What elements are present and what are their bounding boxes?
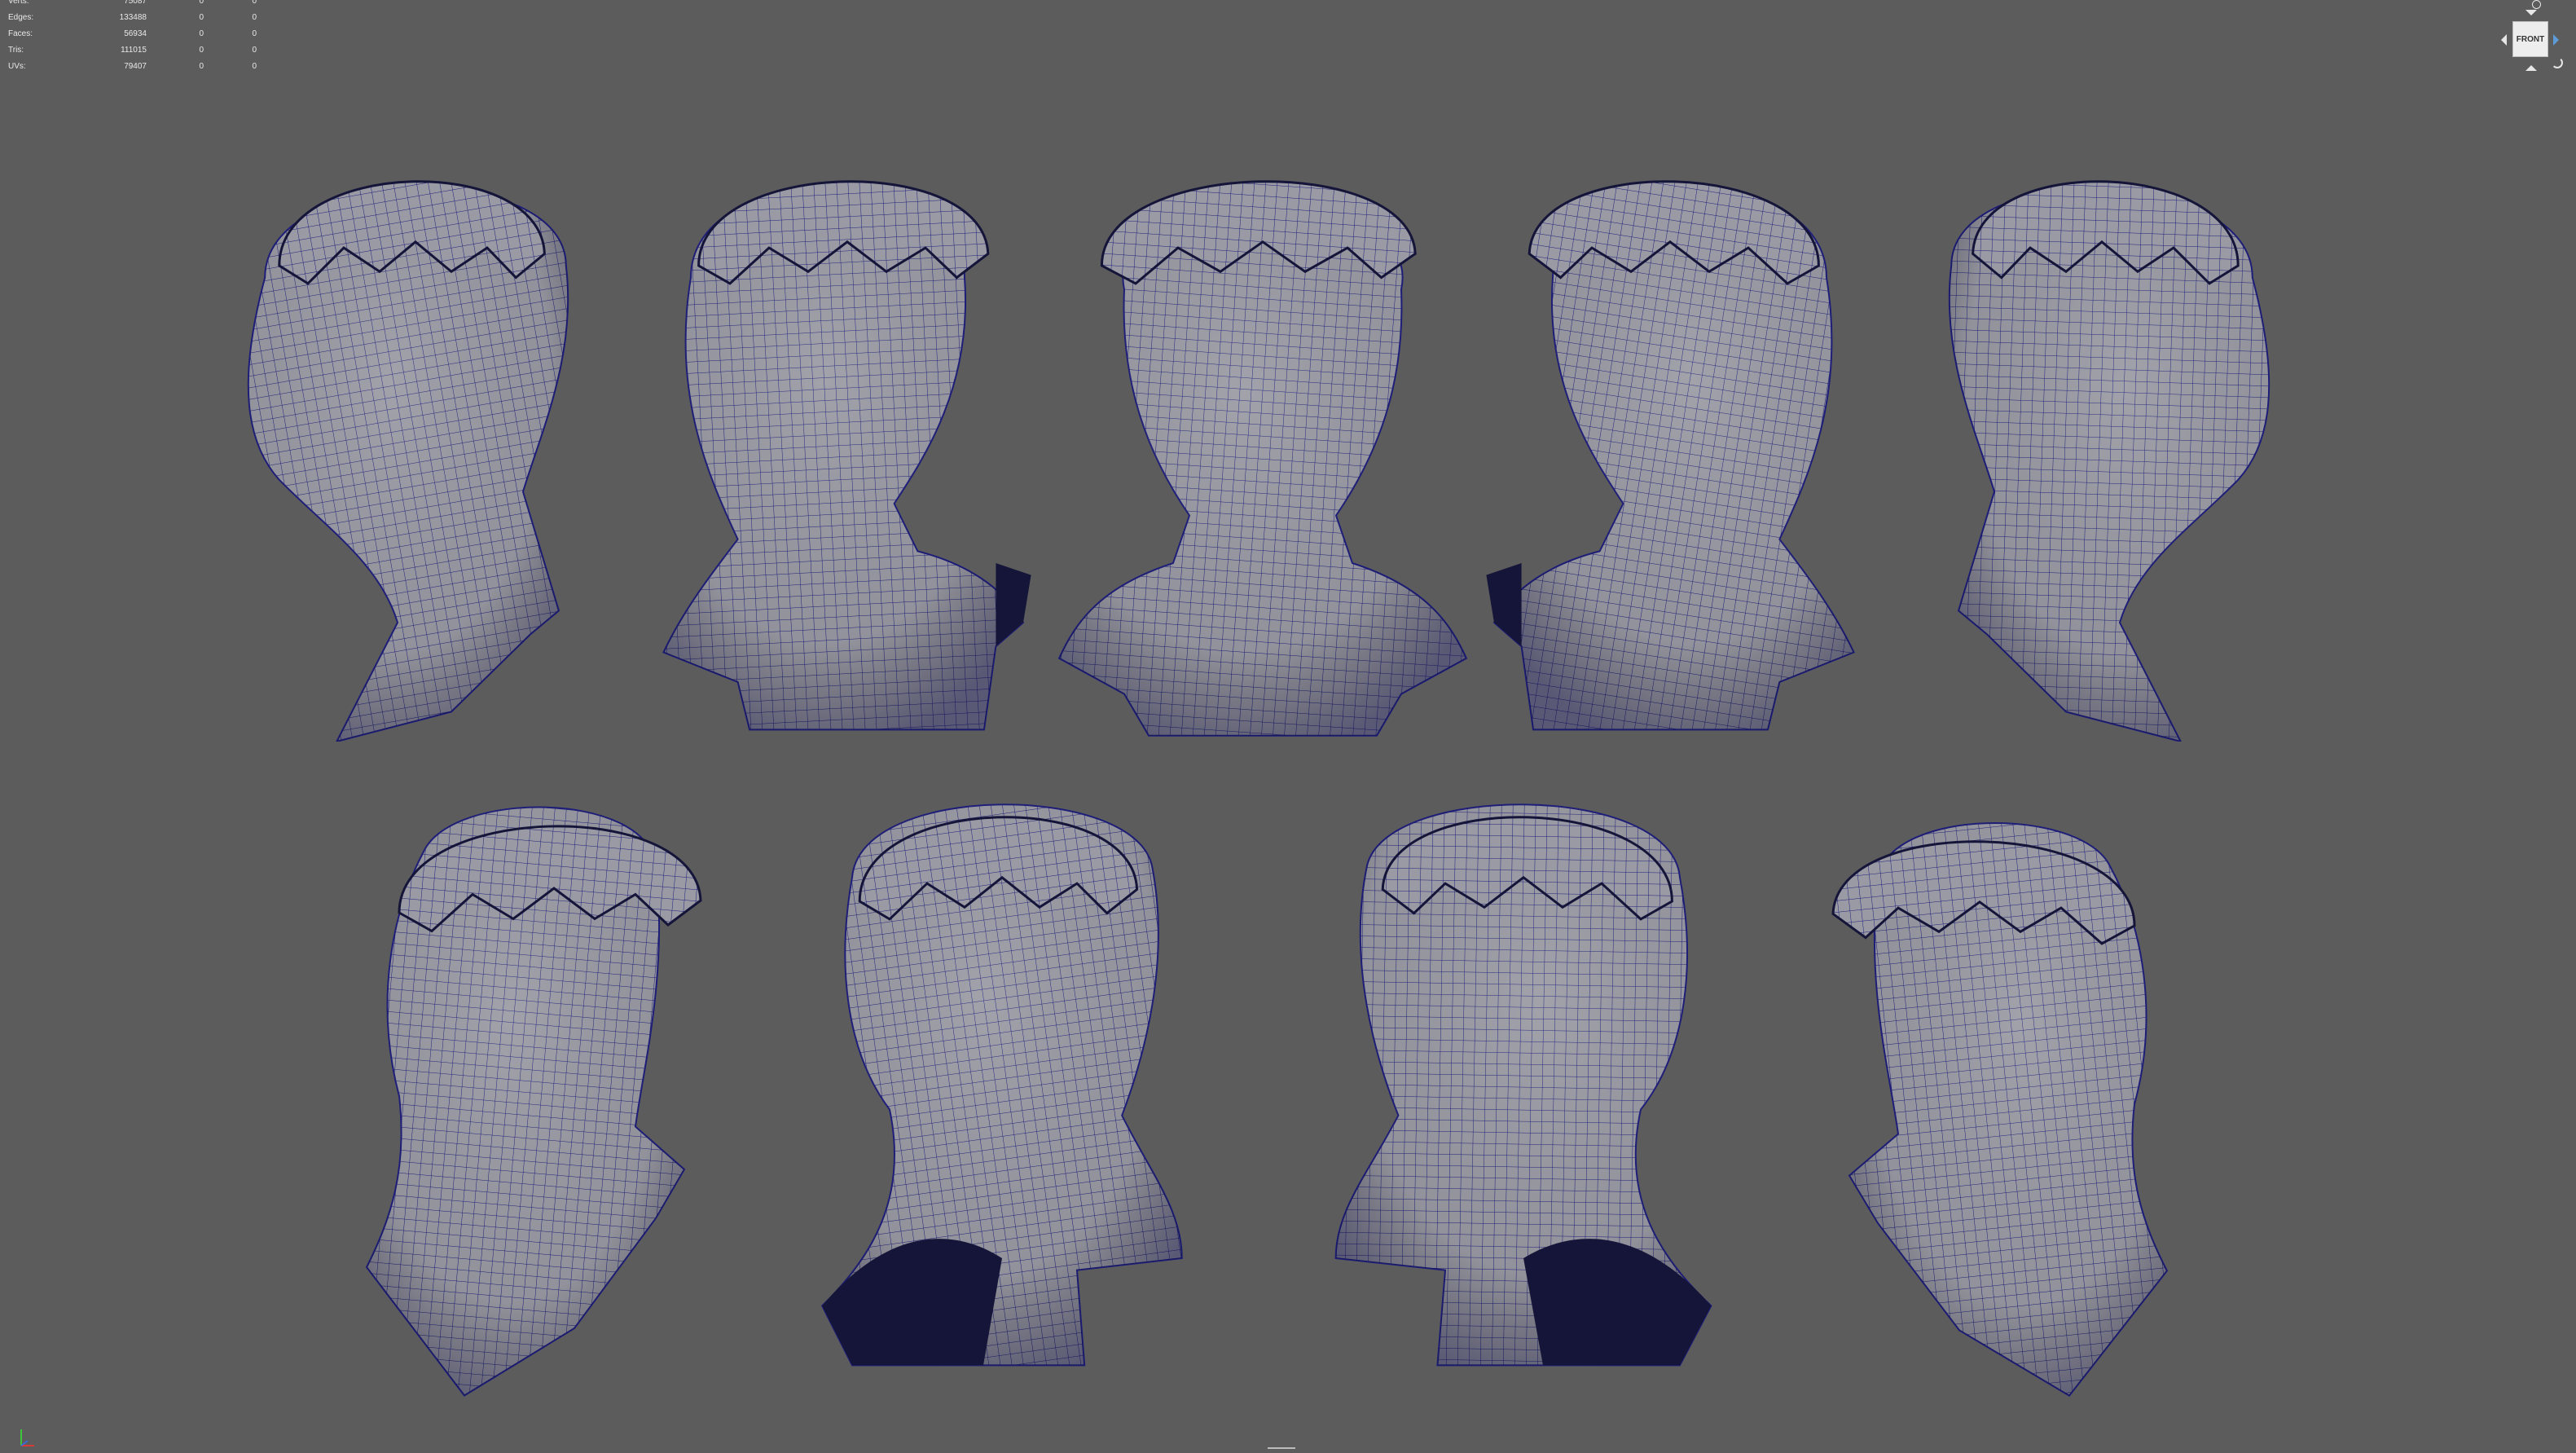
- wireframe-head-render[interactable]: [350, 790, 758, 1402]
- head-mesh: [247, 180, 569, 742]
- wireframe-head-render[interactable]: [652, 147, 1043, 742]
- head-mesh: [820, 804, 1183, 1367]
- head-mesh: [662, 180, 1031, 731]
- wireframe-head-render[interactable]: [1051, 147, 1475, 742]
- head-mesh: [1057, 180, 1468, 737]
- backface-shadow: [996, 563, 1031, 647]
- backface-shadow: [822, 1239, 1002, 1366]
- backface-shadow: [1523, 1239, 1712, 1366]
- 3d-viewport[interactable]: [0, 0, 2576, 1453]
- wireframe-head-render[interactable]: [1923, 147, 2281, 742]
- head-mesh: [1486, 180, 1855, 731]
- wireframe-head-render[interactable]: [1475, 147, 1866, 742]
- head-mesh: [1948, 180, 2270, 742]
- head-mesh: [1831, 821, 2169, 1398]
- timeline-marker: [1268, 1447, 1295, 1452]
- wireframe-head-render[interactable]: [236, 147, 595, 742]
- wireframe-head-render[interactable]: [1776, 807, 2183, 1402]
- head-mesh: [365, 806, 702, 1397]
- backface-shadow: [1486, 563, 1522, 647]
- wireframe-head-render[interactable]: [815, 782, 1189, 1377]
- head-mesh: [1334, 804, 1712, 1367]
- axis-gizmo-icon: [20, 1429, 34, 1446]
- wireframe-head-render[interactable]: [1328, 782, 1719, 1377]
